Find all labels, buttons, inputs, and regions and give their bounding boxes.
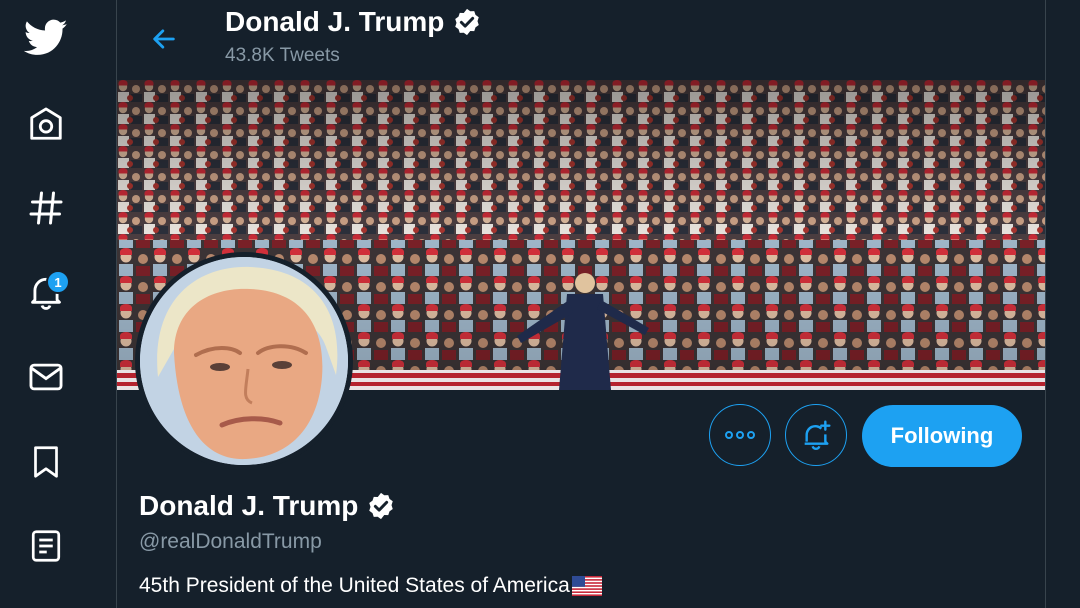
us-flag-icon [571, 576, 602, 596]
back-arrow-icon [153, 29, 175, 49]
header-display-name: Donald J. Trump [225, 6, 445, 37]
profile-header: Donald J. Trump 43.8K Tweets [117, 0, 1045, 80]
app-window: 1 Donald J. Trump 43.8K Tweets Following… [0, 0, 1080, 608]
bell-plus-icon [804, 420, 831, 451]
home-icon [30, 107, 62, 140]
twitter-logo-link[interactable] [22, 14, 70, 62]
sidebar-nav: 1 [0, 0, 92, 608]
sidebar-item-notifications[interactable]: 1 [22, 268, 70, 316]
profile-avatar[interactable] [135, 252, 353, 470]
more-dots-icon [725, 431, 755, 439]
profile-display-name: Donald J. Trump [139, 490, 359, 521]
verified-badge-icon [369, 492, 394, 520]
twitter-bird-icon [24, 19, 68, 55]
messages-envelope-icon [29, 363, 63, 391]
profile-display-name-row: Donald J. Trump [139, 490, 396, 522]
sidebar-item-messages[interactable] [22, 353, 70, 401]
profile-bio-text: 45th President of the United States of A… [139, 574, 570, 597]
sidebar-item-bookmarks[interactable] [22, 438, 70, 486]
sidebar-item-home[interactable] [22, 100, 70, 148]
profile-column: Donald J. Trump 43.8K Tweets Following D… [116, 0, 1046, 608]
back-button[interactable] [147, 22, 181, 56]
following-button[interactable]: Following [862, 405, 1022, 467]
explore-hashtag-icon [29, 191, 63, 225]
sidebar-item-explore[interactable] [22, 184, 70, 232]
sidebar-item-lists[interactable] [22, 522, 70, 570]
notify-button[interactable] [785, 404, 847, 466]
avatar-portrait [140, 257, 348, 465]
profile-bio: 45th President of the United States of A… [139, 574, 602, 598]
bookmark-icon [34, 446, 58, 478]
profile-handle: @realDonaldTrump [139, 530, 322, 553]
verified-badge-icon [455, 8, 480, 36]
more-options-button[interactable] [709, 404, 771, 466]
header-title: Donald J. Trump [225, 6, 482, 38]
lists-icon [31, 530, 61, 562]
tweet-count: 43.8K Tweets [225, 45, 340, 66]
notification-count-badge: 1 [46, 270, 70, 294]
